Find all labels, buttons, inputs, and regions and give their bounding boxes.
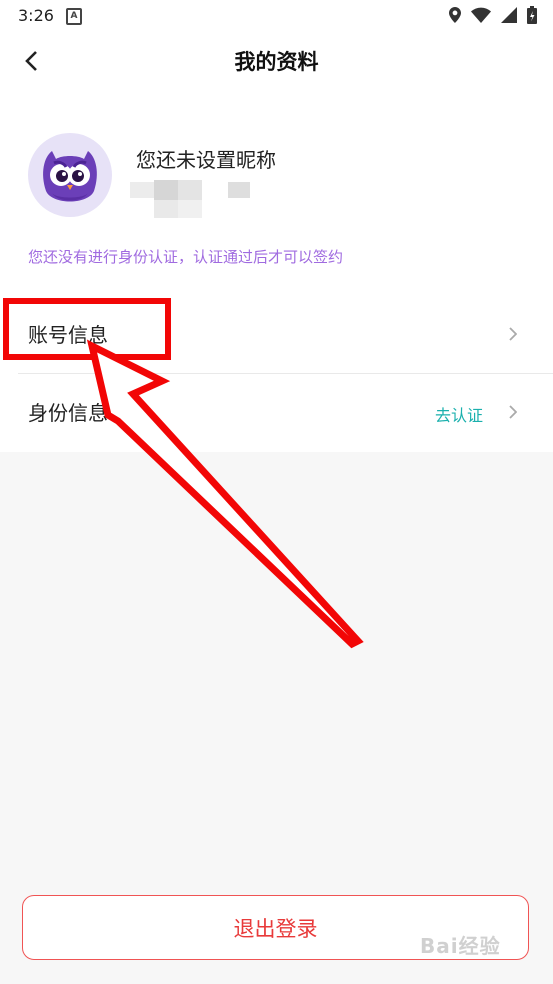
owl-mascot-icon — [43, 151, 97, 202]
identity-info-label: 身份信息 — [28, 401, 108, 425]
go-verify-link[interactable]: 去认证 — [435, 402, 483, 426]
avatar[interactable] — [28, 133, 112, 217]
row-divider — [18, 373, 553, 374]
nickname: 您还未设置昵称 — [136, 148, 276, 172]
annotation-highlight-box — [3, 298, 171, 360]
identity-info-row[interactable]: 身份信息 去认证 — [0, 375, 553, 451]
status-bar: 3:26 A — [0, 0, 553, 32]
page-title: 我的资料 — [234, 50, 319, 74]
account-id-pixelated — [130, 180, 260, 220]
watermark-logo: Bai经验 — [420, 934, 501, 958]
chevron-right-icon — [509, 327, 517, 341]
verification-tip[interactable]: 您还没有进行身份认证，认证通过后才可以签约 — [28, 246, 343, 267]
navigation-bar: 我的资料 — [0, 32, 553, 90]
profile-card: 您还未设置昵称 — [0, 120, 553, 230]
status-time: 3:26 — [18, 6, 54, 25]
signal-icon — [501, 7, 517, 23]
notification-app-icon: A — [66, 8, 82, 25]
wifi-icon — [471, 7, 491, 23]
battery-icon — [527, 6, 537, 24]
chevron-right-icon — [509, 405, 517, 419]
location-icon — [449, 7, 461, 23]
